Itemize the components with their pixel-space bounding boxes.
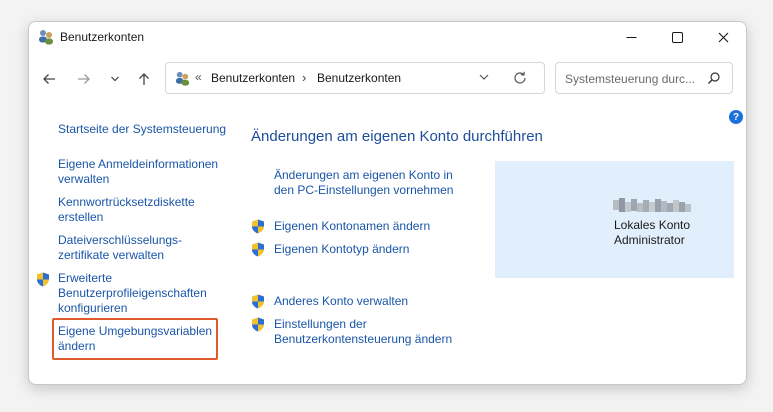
- close-icon: [718, 32, 728, 42]
- address-bar[interactable]: « Benutzerkonten › Benutzerkonten: [165, 62, 545, 94]
- sidebar-item-kennwortruecksetzdiskette[interactable]: Kennwortrücksetzdiskette erstellen: [58, 195, 228, 225]
- blurred-username-icon: [613, 198, 691, 212]
- sidebar-item-benutzerprofileigenschaften[interactable]: Erweiterte Benutzerprofileigenschaften k…: [58, 271, 218, 316]
- task-anderes-konto-verwalten[interactable]: Anderes Konto verwalten: [274, 294, 408, 309]
- arrow-left-icon: [43, 74, 55, 84]
- maximize-icon: [671, 31, 683, 43]
- users-icon: [39, 30, 53, 45]
- refresh-icon[interactable]: [512, 70, 528, 86]
- breadcrumb-overflow[interactable]: «: [195, 70, 202, 84]
- title-bar[interactable]: Benutzerkonten: [29, 22, 746, 52]
- minimize-icon: [626, 36, 636, 38]
- user-account-panel: Lokales Konto Administrator: [495, 161, 734, 278]
- sidebar-item-anmeldeinformationen[interactable]: Eigene Anmeldeinformationen verwalten: [58, 157, 228, 187]
- navigation-bar: « Benutzerkonten › Benutzerkonten System…: [29, 60, 746, 98]
- uac-shield-icon: [252, 317, 264, 332]
- uac-shield-icon: [37, 272, 49, 287]
- task-kontonamen-aendern[interactable]: Eigenen Kontonamen ändern: [274, 219, 430, 234]
- account-name: Lokales Konto: [614, 218, 691, 232]
- benutzerkonten-window: Benutzerkonten « Benutzerkonten › Benutz…: [28, 21, 747, 385]
- account-role: Administrator: [614, 233, 685, 247]
- sidebar-item-dateiverschluesselung[interactable]: Dateiverschlüsselungs-zertifikate verwal…: [58, 233, 213, 263]
- uac-shield-icon: [252, 219, 264, 234]
- forward-button[interactable]: [72, 67, 96, 91]
- uac-shield-icon: [252, 242, 264, 257]
- task-pc-einstellungen[interactable]: Änderungen am eigenen Konto in den PC-Ei…: [274, 168, 464, 198]
- search-icon[interactable]: [707, 71, 721, 85]
- sidebar-home-link[interactable]: Startseite der Systemsteuerung: [58, 122, 228, 137]
- close-button[interactable]: [700, 22, 746, 52]
- task-benutzerkontensteuerung[interactable]: Einstellungen der Benutzerkontensteuerun…: [274, 317, 464, 347]
- highlight-box: [52, 318, 218, 360]
- breadcrumb-separator-icon: ›: [302, 70, 307, 85]
- breadcrumb-item-benutzerkonten-parent[interactable]: Benutzerkonten: [211, 71, 295, 85]
- search-input[interactable]: Systemsteuerung durc...: [555, 62, 733, 94]
- uac-shield-icon: [252, 294, 264, 309]
- arrow-up-icon: [139, 73, 149, 85]
- help-icon[interactable]: ?: [729, 110, 743, 124]
- up-button[interactable]: [132, 67, 156, 91]
- task-kontotyp-aendern[interactable]: Eigenen Kontotyp ändern: [274, 242, 409, 257]
- chevron-down-icon: [111, 76, 119, 82]
- recent-locations-button[interactable]: [103, 67, 127, 91]
- arrow-right-icon: [78, 74, 90, 84]
- window-title: Benutzerkonten: [60, 30, 145, 44]
- search-placeholder: Systemsteuerung durc...: [565, 72, 696, 86]
- page-heading: Änderungen am eigenen Konto durchführen: [251, 128, 543, 145]
- back-button[interactable]: [37, 67, 61, 91]
- minimize-button-slot[interactable]: [608, 22, 654, 52]
- chevron-down-icon[interactable]: [478, 71, 490, 83]
- breadcrumb-item-benutzerkonten[interactable]: Benutzerkonten: [317, 71, 401, 85]
- maximize-button[interactable]: [654, 22, 700, 52]
- users-icon: [175, 71, 190, 86]
